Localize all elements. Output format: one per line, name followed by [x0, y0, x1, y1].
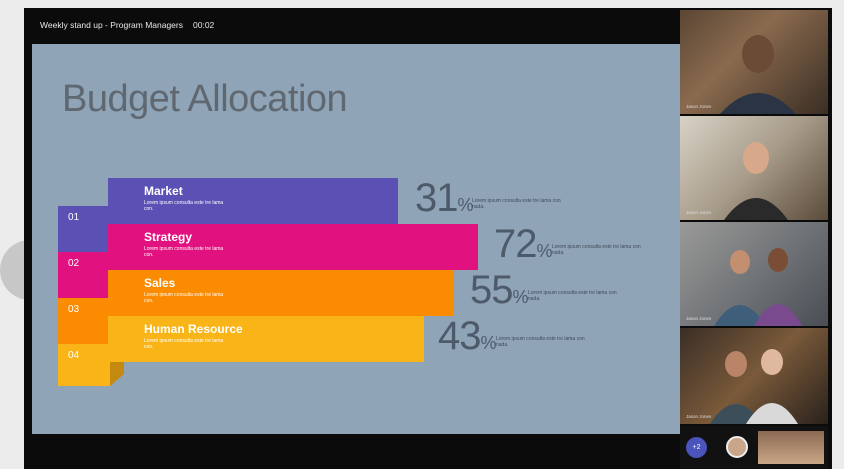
percent-desc-strategy: Lorem ipsum consulta este tre lama con n…	[552, 244, 641, 256]
band-sales: Sales Lorem ipsum consulta este tre lama…	[108, 270, 454, 316]
band-market: Market Lorem ipsum consulta este tre lam…	[108, 178, 398, 224]
participant-name: Jason Jones	[686, 104, 712, 109]
tab-04: 04	[58, 344, 110, 386]
participant-thumbnail[interactable]	[758, 431, 824, 464]
participant-video-3[interactable]: Jason Jones	[680, 222, 828, 326]
participant-name: Jason Jones	[686, 414, 712, 419]
shared-slide: Budget Allocation 01 02 03 04 Market Lor…	[32, 44, 680, 434]
participant-video-1[interactable]: Jason Jones	[680, 10, 828, 114]
more-participants-button[interactable]: +2	[686, 437, 707, 458]
participant-name: Jason Jones	[686, 316, 712, 321]
participant-figure-icon	[710, 349, 798, 424]
participant-video-4[interactable]: Jason Jones	[680, 328, 828, 424]
percent-strategy: 72%	[494, 222, 553, 266]
band-human-resource: Human Resource Lorem ipsum consulta este…	[108, 316, 424, 362]
participant-name: Jason Jones	[686, 210, 712, 215]
percent-market: 31%	[415, 176, 474, 220]
meeting-window: Weekly stand up - Program Managers 00:02…	[24, 8, 832, 469]
meeting-timer: 00:02	[193, 20, 215, 30]
percent-desc-human-resource: Lorem ipsum consulta este tre lama con n…	[496, 336, 585, 348]
tab-01: 01	[58, 206, 110, 252]
tab-02: 02	[58, 252, 110, 298]
band-strategy: Strategy Lorem ipsum consulta este tre l…	[108, 224, 478, 270]
participant-overflow-bar: +2	[680, 426, 828, 469]
participant-figure-icon	[714, 248, 802, 326]
participant-video-2[interactable]: Jason Jones	[680, 116, 828, 220]
percent-desc-sales: Lorem ipsum consulta este tre lama con n…	[528, 290, 617, 302]
tab-03: 03	[58, 298, 110, 344]
participant-figure-icon	[724, 142, 788, 220]
percent-human-resource: 43%	[438, 314, 497, 358]
meeting-title: Weekly stand up - Program Managers	[40, 20, 183, 30]
percent-desc-market: Lorem ipsum consulta este tre lama con n…	[472, 198, 561, 210]
participant-figure-icon	[720, 35, 796, 114]
slide-title: Budget Allocation	[62, 78, 348, 120]
percent-sales: 55%	[470, 268, 529, 312]
meeting-titlebar: Weekly stand up - Program Managers 00:02	[24, 8, 679, 42]
avatar[interactable]	[726, 436, 748, 458]
